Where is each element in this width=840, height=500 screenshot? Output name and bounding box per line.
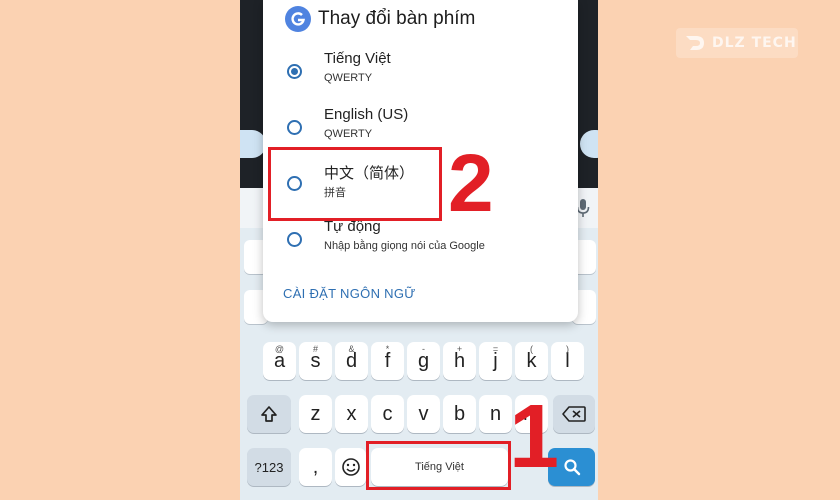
- option-tieng-viet[interactable]: Tiếng Việt QWERTY: [263, 50, 578, 102]
- option-tu-dong[interactable]: Tự động Nhập bằng giọng nói của Google: [263, 218, 578, 270]
- option-label: Tiếng Việt: [324, 50, 391, 67]
- key-f[interactable]: * f: [371, 342, 404, 380]
- key-v[interactable]: v: [407, 395, 440, 433]
- shift-icon: [261, 406, 277, 422]
- key-h[interactable]: + h: [443, 342, 476, 380]
- key-x[interactable]: x: [335, 395, 368, 433]
- highlight-box-step-1: [366, 441, 511, 490]
- language-settings-link[interactable]: CÀI ĐẶT NGÔN NGỮ: [283, 286, 416, 301]
- gboard-icon: [285, 6, 311, 32]
- symbols-key[interactable]: ?123: [247, 448, 291, 486]
- radio-selected[interactable]: [287, 64, 302, 79]
- dlz-tech-logo-icon: [686, 36, 704, 50]
- search-icon: [563, 459, 580, 476]
- comma-key[interactable]: ,: [299, 448, 332, 486]
- watermark: DLZ TECH: [676, 28, 798, 58]
- emoji-key[interactable]: [335, 448, 366, 486]
- dialog-title: Thay đổi bàn phím: [318, 8, 476, 29]
- option-label: English (US): [324, 106, 409, 123]
- key-b[interactable]: b: [443, 395, 476, 433]
- key-g[interactable]: -g: [407, 342, 440, 380]
- step-1-label: 1: [509, 387, 560, 487]
- backspace-icon: [562, 406, 586, 422]
- watermark-text: DLZ TECH: [712, 35, 797, 51]
- shift-key[interactable]: [247, 395, 291, 433]
- key-z[interactable]: z: [299, 395, 332, 433]
- radio-unselected[interactable]: [287, 232, 302, 247]
- radio-unselected[interactable]: [287, 120, 302, 135]
- option-sublabel: QWERTY: [324, 72, 373, 84]
- key-l[interactable]: ) l: [551, 342, 584, 380]
- key-d[interactable]: & d: [335, 342, 368, 380]
- key-s[interactable]: # s: [299, 342, 332, 380]
- key-k[interactable]: (k: [515, 342, 548, 380]
- step-2-label: 2: [448, 138, 494, 229]
- mic-icon[interactable]: [576, 198, 590, 218]
- key-n[interactable]: n: [479, 395, 512, 433]
- key-j[interactable]: = j: [479, 342, 512, 380]
- background-pill: [580, 130, 598, 158]
- key-c[interactable]: c: [371, 395, 404, 433]
- key-a[interactable]: @ a: [263, 342, 296, 380]
- backspace-key[interactable]: [553, 395, 595, 433]
- highlight-box-step-2: [268, 147, 442, 221]
- option-sublabel: QWERTY: [324, 128, 373, 140]
- option-sublabel: Nhập bằng giọng nói của Google: [324, 240, 485, 252]
- emoji-icon: [341, 458, 360, 476]
